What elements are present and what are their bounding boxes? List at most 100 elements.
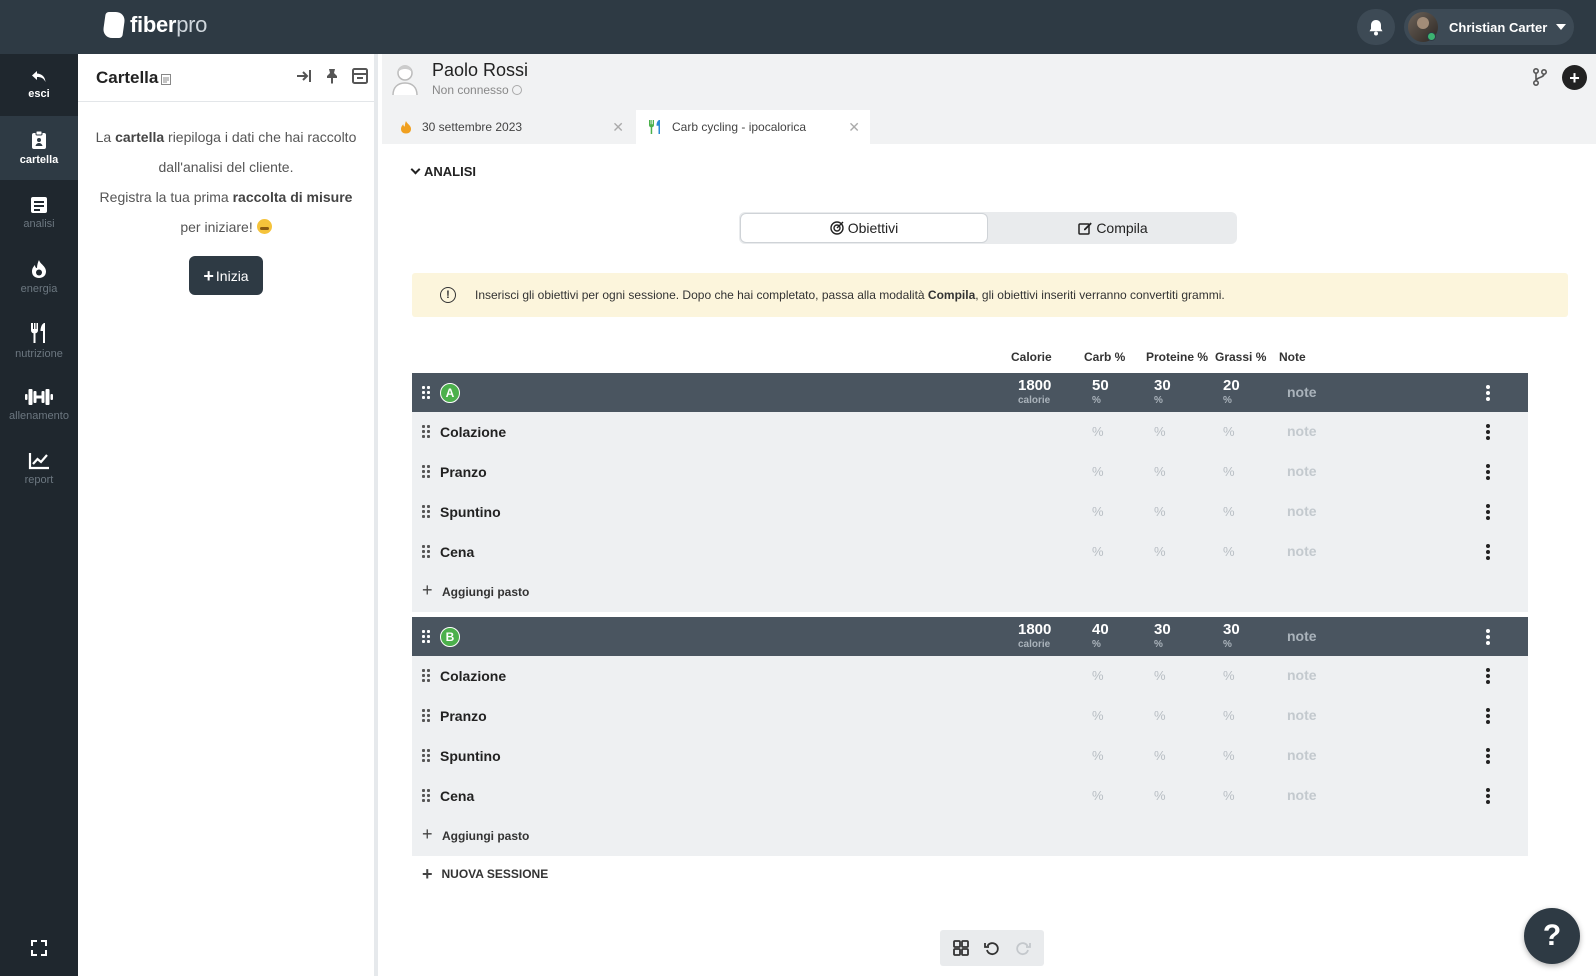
more-options-icon[interactable] bbox=[1486, 748, 1490, 764]
mode-compila-button[interactable]: Compila bbox=[989, 213, 1237, 243]
drag-handle-icon[interactable] bbox=[422, 425, 432, 439]
more-options-icon[interactable] bbox=[1486, 629, 1490, 645]
more-options-icon[interactable] bbox=[1486, 424, 1490, 440]
drag-handle-icon[interactable] bbox=[422, 669, 432, 683]
session-carb-value[interactable]: 40 bbox=[1092, 621, 1109, 638]
session-note[interactable]: note bbox=[1287, 628, 1317, 644]
drag-handle-icon[interactable] bbox=[422, 709, 432, 723]
meal-note-input[interactable]: note bbox=[1287, 423, 1317, 439]
meal-proteine-input[interactable]: % bbox=[1154, 504, 1166, 519]
meal-note-input[interactable]: note bbox=[1287, 503, 1317, 519]
fullscreen-icon[interactable] bbox=[29, 938, 49, 958]
undo-icon[interactable] bbox=[984, 940, 1000, 956]
more-options-icon[interactable] bbox=[1486, 504, 1490, 520]
meal-note-input[interactable]: note bbox=[1287, 787, 1317, 803]
meal-row[interactable]: Cena % % % note bbox=[412, 532, 1528, 572]
pin-icon[interactable] bbox=[324, 68, 340, 84]
more-options-icon[interactable] bbox=[1486, 708, 1490, 724]
meal-carb-input[interactable]: % bbox=[1092, 544, 1104, 559]
meal-grassi-input[interactable]: % bbox=[1223, 544, 1235, 559]
drag-handle-icon[interactable] bbox=[422, 465, 432, 479]
session-calorie-value[interactable]: 1800 bbox=[1018, 377, 1051, 394]
meal-carb-input[interactable]: % bbox=[1092, 708, 1104, 723]
meal-proteine-input[interactable]: % bbox=[1154, 668, 1166, 683]
branch-icon[interactable] bbox=[1532, 67, 1548, 87]
meal-row[interactable]: Pranzo % % % note bbox=[412, 696, 1528, 736]
grid-icon[interactable] bbox=[953, 940, 970, 956]
collapse-panel-icon[interactable] bbox=[296, 68, 312, 84]
meal-row[interactable]: Pranzo % % % note bbox=[412, 452, 1528, 492]
more-options-icon[interactable] bbox=[1486, 464, 1490, 480]
close-icon[interactable]: ✕ bbox=[848, 119, 860, 136]
nav-item-energia[interactable]: energia bbox=[0, 246, 78, 308]
close-icon[interactable]: ✕ bbox=[612, 119, 624, 136]
layout-panel-icon[interactable] bbox=[352, 68, 368, 84]
tab-carb-cycling[interactable]: Carb cycling - ipocalorica ✕ bbox=[636, 110, 870, 144]
notifications-button[interactable] bbox=[1357, 9, 1395, 45]
tab-30-settembre-2023[interactable]: 30 settembre 2023 ✕ bbox=[388, 110, 634, 144]
nav-item-report[interactable]: report bbox=[0, 438, 78, 500]
meal-row[interactable]: Spuntino % % % note bbox=[412, 492, 1528, 532]
meal-grassi-input[interactable]: % bbox=[1223, 464, 1235, 479]
meal-note-input[interactable]: note bbox=[1287, 463, 1317, 479]
meal-carb-input[interactable]: % bbox=[1092, 748, 1104, 763]
session-proteine-value[interactable]: 30 bbox=[1154, 621, 1171, 638]
meal-carb-input[interactable]: % bbox=[1092, 424, 1104, 439]
session-carb-value[interactable]: 50 bbox=[1092, 377, 1109, 394]
drag-handle-icon[interactable] bbox=[422, 385, 432, 400]
meal-proteine-input[interactable]: % bbox=[1154, 708, 1166, 723]
drag-handle-icon[interactable] bbox=[422, 629, 432, 644]
session-row[interactable]: B 1800 calorie 40 % 30 % 30 % note bbox=[412, 617, 1528, 656]
meal-grassi-input[interactable]: % bbox=[1223, 504, 1235, 519]
add-meal-row[interactable]: + Aggiungi pasto bbox=[412, 572, 1528, 612]
meal-grassi-input[interactable]: % bbox=[1223, 424, 1235, 439]
add-meal-row[interactable]: + Aggiungi pasto bbox=[412, 816, 1528, 856]
meal-proteine-input[interactable]: % bbox=[1154, 464, 1166, 479]
drag-handle-icon[interactable] bbox=[422, 749, 432, 763]
meal-carb-input[interactable]: % bbox=[1092, 788, 1104, 803]
meal-row[interactable]: Spuntino % % % note bbox=[412, 736, 1528, 776]
nav-item-nutrizione[interactable]: nutrizione bbox=[0, 310, 78, 372]
client-name[interactable]: Paolo Rossi bbox=[432, 60, 528, 81]
help-button[interactable]: ? bbox=[1524, 908, 1580, 964]
meal-proteine-input[interactable]: % bbox=[1154, 424, 1166, 439]
meal-note-input[interactable]: note bbox=[1287, 707, 1317, 723]
session-grassi-value[interactable]: 30 bbox=[1223, 621, 1240, 638]
analisi-section-toggle[interactable]: ANALISI bbox=[410, 164, 476, 179]
meal-carb-input[interactable]: % bbox=[1092, 504, 1104, 519]
meal-carb-input[interactable]: % bbox=[1092, 668, 1104, 683]
session-calorie-value[interactable]: 1800 bbox=[1018, 621, 1051, 638]
drag-handle-icon[interactable] bbox=[422, 545, 432, 559]
nav-item-analisi[interactable]: analisi bbox=[0, 182, 78, 244]
mode-obiettivi-button[interactable]: Obiettivi bbox=[740, 213, 988, 243]
meal-grassi-input[interactable]: % bbox=[1223, 668, 1235, 683]
more-options-icon[interactable] bbox=[1486, 385, 1490, 401]
drag-handle-icon[interactable] bbox=[422, 789, 432, 803]
inizia-button[interactable]: + Inizia bbox=[189, 256, 263, 295]
session-grassi-value[interactable]: 20 bbox=[1223, 377, 1240, 394]
more-options-icon[interactable] bbox=[1486, 544, 1490, 560]
redo-icon[interactable] bbox=[1015, 940, 1031, 956]
more-options-icon[interactable] bbox=[1486, 788, 1490, 804]
meal-grassi-input[interactable]: % bbox=[1223, 788, 1235, 803]
new-session-button[interactable]: + NUOVA SESSIONE bbox=[422, 865, 548, 883]
meal-row[interactable]: Colazione % % % note bbox=[412, 412, 1528, 452]
nav-item-allenamento[interactable]: allenamento bbox=[0, 374, 78, 436]
meal-proteine-input[interactable]: % bbox=[1154, 788, 1166, 803]
nav-item-esci[interactable]: esci bbox=[0, 54, 78, 116]
meal-row[interactable]: Colazione % % % note bbox=[412, 656, 1528, 696]
meal-row[interactable]: Cena % % % note bbox=[412, 776, 1528, 816]
meal-note-input[interactable]: note bbox=[1287, 667, 1317, 683]
session-row[interactable]: A 1800 calorie 50 % 30 % 20 % note bbox=[412, 373, 1528, 412]
drag-handle-icon[interactable] bbox=[422, 505, 432, 519]
nav-item-cartella[interactable]: cartella bbox=[0, 116, 78, 180]
meal-note-input[interactable]: note bbox=[1287, 747, 1317, 763]
meal-grassi-input[interactable]: % bbox=[1223, 748, 1235, 763]
client-avatar-icon[interactable] bbox=[390, 62, 420, 96]
meal-proteine-input[interactable]: % bbox=[1154, 748, 1166, 763]
add-button[interactable]: + bbox=[1562, 65, 1587, 90]
app-logo[interactable]: fiberpro bbox=[102, 12, 207, 38]
session-proteine-value[interactable]: 30 bbox=[1154, 377, 1171, 394]
meal-note-input[interactable]: note bbox=[1287, 543, 1317, 559]
session-note[interactable]: note bbox=[1287, 384, 1317, 400]
